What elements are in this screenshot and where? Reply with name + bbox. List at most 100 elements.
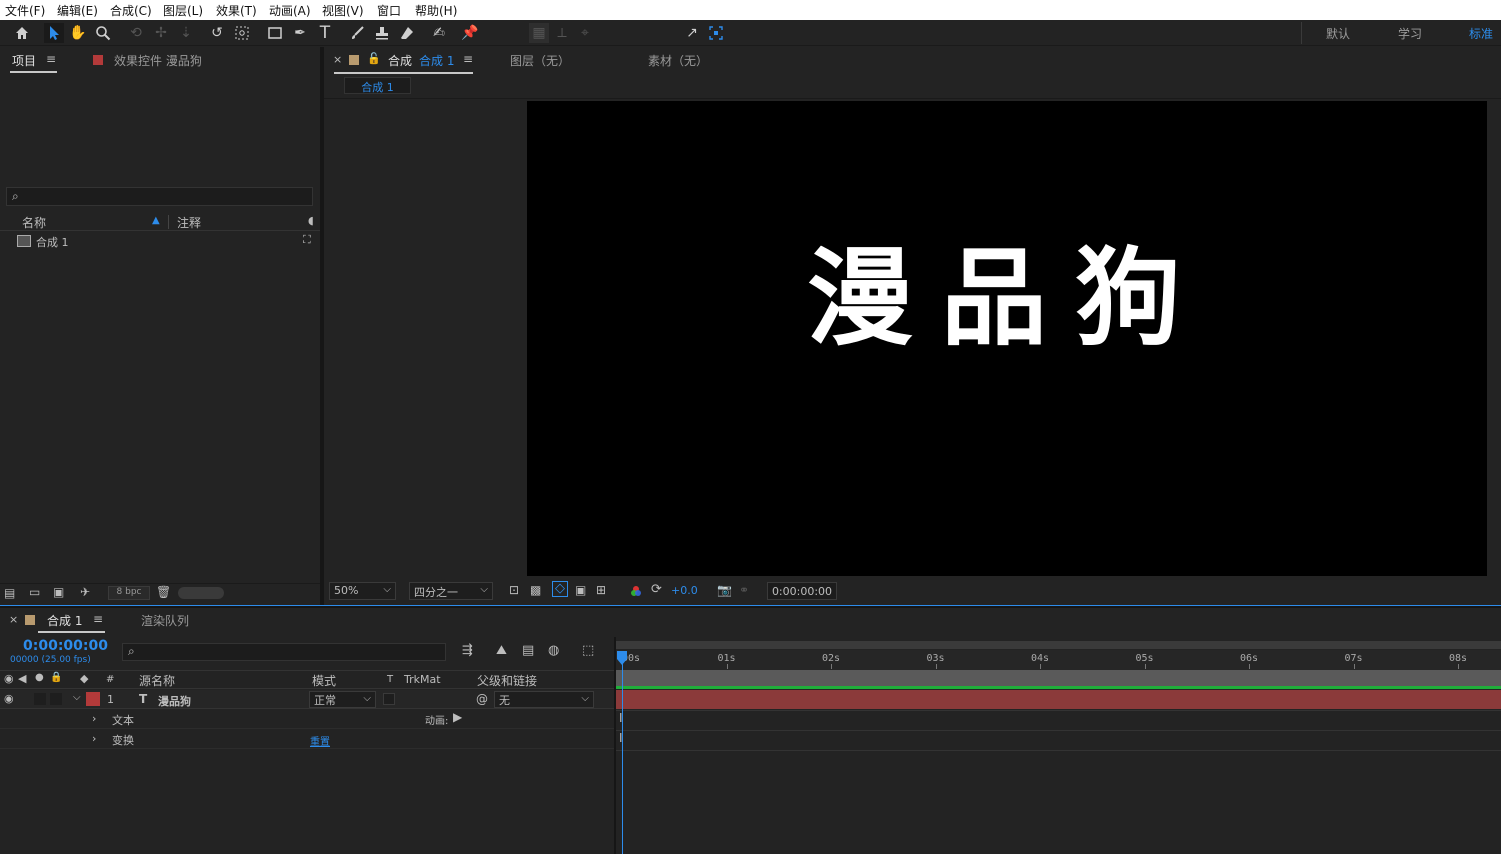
anchor-point-tool-icon[interactable] [232, 23, 252, 43]
project-item-row[interactable]: 合成 1 ⛶ [0, 233, 320, 250]
audio-icon[interactable]: ◀ [18, 672, 26, 685]
viewer-menu-icon[interactable]: ≡ [463, 52, 473, 66]
playhead-handle[interactable] [617, 651, 627, 665]
tab-layer[interactable]: 图层（无） [510, 52, 570, 69]
column-source-name[interactable]: 源名称 [139, 672, 175, 689]
workspace-default[interactable]: 默认 [1326, 25, 1350, 42]
resolution-select[interactable]: 四分之一 ⌵ [409, 582, 493, 600]
reset-exposure-icon[interactable]: ⟳ [651, 582, 662, 597]
frame-blending-icon[interactable]: ▤ [522, 643, 534, 658]
close-tab-icon[interactable]: × [9, 613, 18, 626]
menu-composition[interactable]: 合成(C) [110, 2, 152, 19]
menu-layer[interactable]: 图层(L) [163, 2, 203, 19]
chevron-right-icon[interactable]: › [92, 712, 96, 725]
home-icon[interactable] [12, 23, 32, 43]
column-name[interactable]: 名称 [22, 214, 46, 231]
snap-option-icon[interactable]: ↗ [682, 23, 702, 43]
world-axis-mode-icon[interactable]: ⟂ [552, 23, 572, 43]
hand-tool-icon[interactable]: ✋ [68, 23, 88, 43]
snap-target-icon[interactable] [706, 23, 726, 43]
composition-canvas[interactable]: 漫品狗 [527, 101, 1487, 576]
transparency-grid-icon[interactable]: ▩ [530, 583, 541, 597]
local-axis-mode-icon[interactable]: ▦ [529, 23, 549, 43]
comp-breadcrumb[interactable]: 合成 1 [344, 77, 411, 94]
video-visibility-icon[interactable]: ◉ [4, 672, 14, 685]
bit-depth-button[interactable]: 8 bpc [108, 586, 150, 600]
motion-blur-icon[interactable]: ◍ [548, 643, 559, 658]
orbit-camera-icon[interactable]: ⟲ [126, 23, 146, 43]
time-navigator-bar[interactable] [616, 641, 1501, 649]
work-area-bar[interactable] [616, 670, 1501, 686]
zoom-select[interactable]: 50% ⌵ [329, 582, 396, 600]
reset-transform-link[interactable]: 重置 [310, 733, 330, 748]
tab-footage[interactable]: 素材（无） [648, 52, 708, 69]
menu-file[interactable]: 文件(F) [5, 2, 45, 19]
solo-toggle[interactable] [34, 693, 46, 705]
time-ruler[interactable] [616, 650, 1501, 670]
channel-rgb-icon[interactable] [630, 585, 642, 597]
eye-icon[interactable]: ◉ [4, 692, 14, 705]
column-parent[interactable]: 父级和链接 [477, 672, 537, 689]
fast-previews-icon[interactable]: ⊡ [509, 583, 519, 597]
draft-3d-icon[interactable]: ⛰ [496, 643, 507, 658]
zoom-tool-icon[interactable] [93, 23, 113, 43]
clone-stamp-tool-icon[interactable] [372, 23, 392, 43]
chevron-right-icon[interactable]: › [92, 732, 96, 745]
view-axis-mode-icon[interactable]: ⌖ [575, 23, 595, 43]
layer-name[interactable]: 漫品狗 [158, 693, 191, 709]
type-tool-icon[interactable]: T [315, 23, 335, 43]
puppet-pin-tool-icon[interactable]: 📌 [460, 23, 480, 43]
timeline-menu-icon[interactable]: ≡ [93, 612, 103, 626]
dolly-camera-icon[interactable]: ⇣ [176, 23, 196, 43]
tab-timeline-comp[interactable]: 合成 1 [47, 612, 82, 629]
brush-tool-icon[interactable] [347, 23, 367, 43]
close-tab-icon[interactable]: × [333, 53, 342, 66]
thumbnail-scrollbar[interactable] [178, 587, 224, 599]
interpret-footage-icon[interactable]: ▤ [4, 586, 15, 600]
parent-select[interactable]: 无 ⌵ [494, 691, 594, 708]
panel-menu-icon[interactable]: ≡ [46, 52, 56, 66]
lock-toggle[interactable] [50, 693, 62, 705]
menu-animation[interactable]: 动画(A) [269, 2, 311, 19]
pan-camera-icon[interactable]: ✢ [151, 23, 171, 43]
flowchart-icon[interactable]: ⛶ [303, 233, 311, 247]
rectangle-tool-icon[interactable] [265, 23, 285, 43]
column-trkmat[interactable]: TrkMat [404, 673, 441, 686]
pick-whip-icon[interactable]: @ [476, 692, 488, 706]
roto-brush-tool-icon[interactable]: ✍ [429, 23, 449, 43]
current-time-display[interactable]: 0:00:00:00 [23, 638, 108, 654]
column-mode[interactable]: 模式 [312, 672, 336, 689]
menu-edit[interactable]: 编辑(E) [57, 2, 98, 19]
rotate-tool-icon[interactable]: ↺ [207, 23, 227, 43]
tab-composition-name[interactable]: 合成 1 [419, 52, 454, 69]
canvas-text-layer[interactable]: 漫品狗 [578, 239, 1438, 359]
composition-mini-flowchart-icon[interactable]: ⇶ [462, 643, 473, 658]
menu-help[interactable]: 帮助(H) [415, 2, 457, 19]
region-of-interest-icon[interactable]: ▣ [575, 583, 586, 597]
blend-mode-select[interactable]: 正常 ⌵ [309, 691, 376, 708]
label-tag-icon[interactable]: ◆ [80, 672, 88, 685]
viewer-timecode[interactable]: 0:00:00:00 [767, 582, 837, 600]
tab-project[interactable]: 项目 [12, 52, 36, 69]
layer-duration-bar[interactable] [616, 690, 1501, 709]
adobe-dynamic-link-icon[interactable]: ✈ [80, 585, 90, 599]
mask-visibility-icon[interactable]: ◇ [552, 581, 568, 597]
exposure-value[interactable]: +0.0 [671, 584, 698, 597]
solo-icon[interactable]: ● [35, 672, 44, 683]
layer-label-color[interactable] [86, 692, 100, 706]
lock-icon[interactable]: 🔒 [50, 672, 62, 683]
chevron-down-icon[interactable]: ⌵ [73, 692, 81, 703]
grid-guides-icon[interactable]: ⊞ [596, 583, 606, 597]
tab-render-queue[interactable]: 渲染队列 [141, 612, 189, 629]
preserve-transparency-toggle[interactable] [383, 693, 395, 705]
timeline-search-input[interactable]: ⌕ [122, 643, 446, 661]
show-snapshot-icon[interactable]: ⚭ [739, 583, 749, 597]
delete-icon[interactable]: 🗑 [156, 585, 171, 599]
menu-view[interactable]: 视图(V) [322, 2, 364, 19]
tab-effect-controls[interactable]: 效果控件 漫品狗 [114, 52, 202, 69]
menu-window[interactable]: 窗口 [377, 2, 401, 19]
lock-icon[interactable]: 🔓 [367, 52, 381, 65]
eraser-tool-icon[interactable] [397, 23, 417, 43]
project-search-input[interactable]: ⌕ [6, 187, 313, 206]
snapshot-camera-icon[interactable]: 📷 [717, 583, 732, 597]
